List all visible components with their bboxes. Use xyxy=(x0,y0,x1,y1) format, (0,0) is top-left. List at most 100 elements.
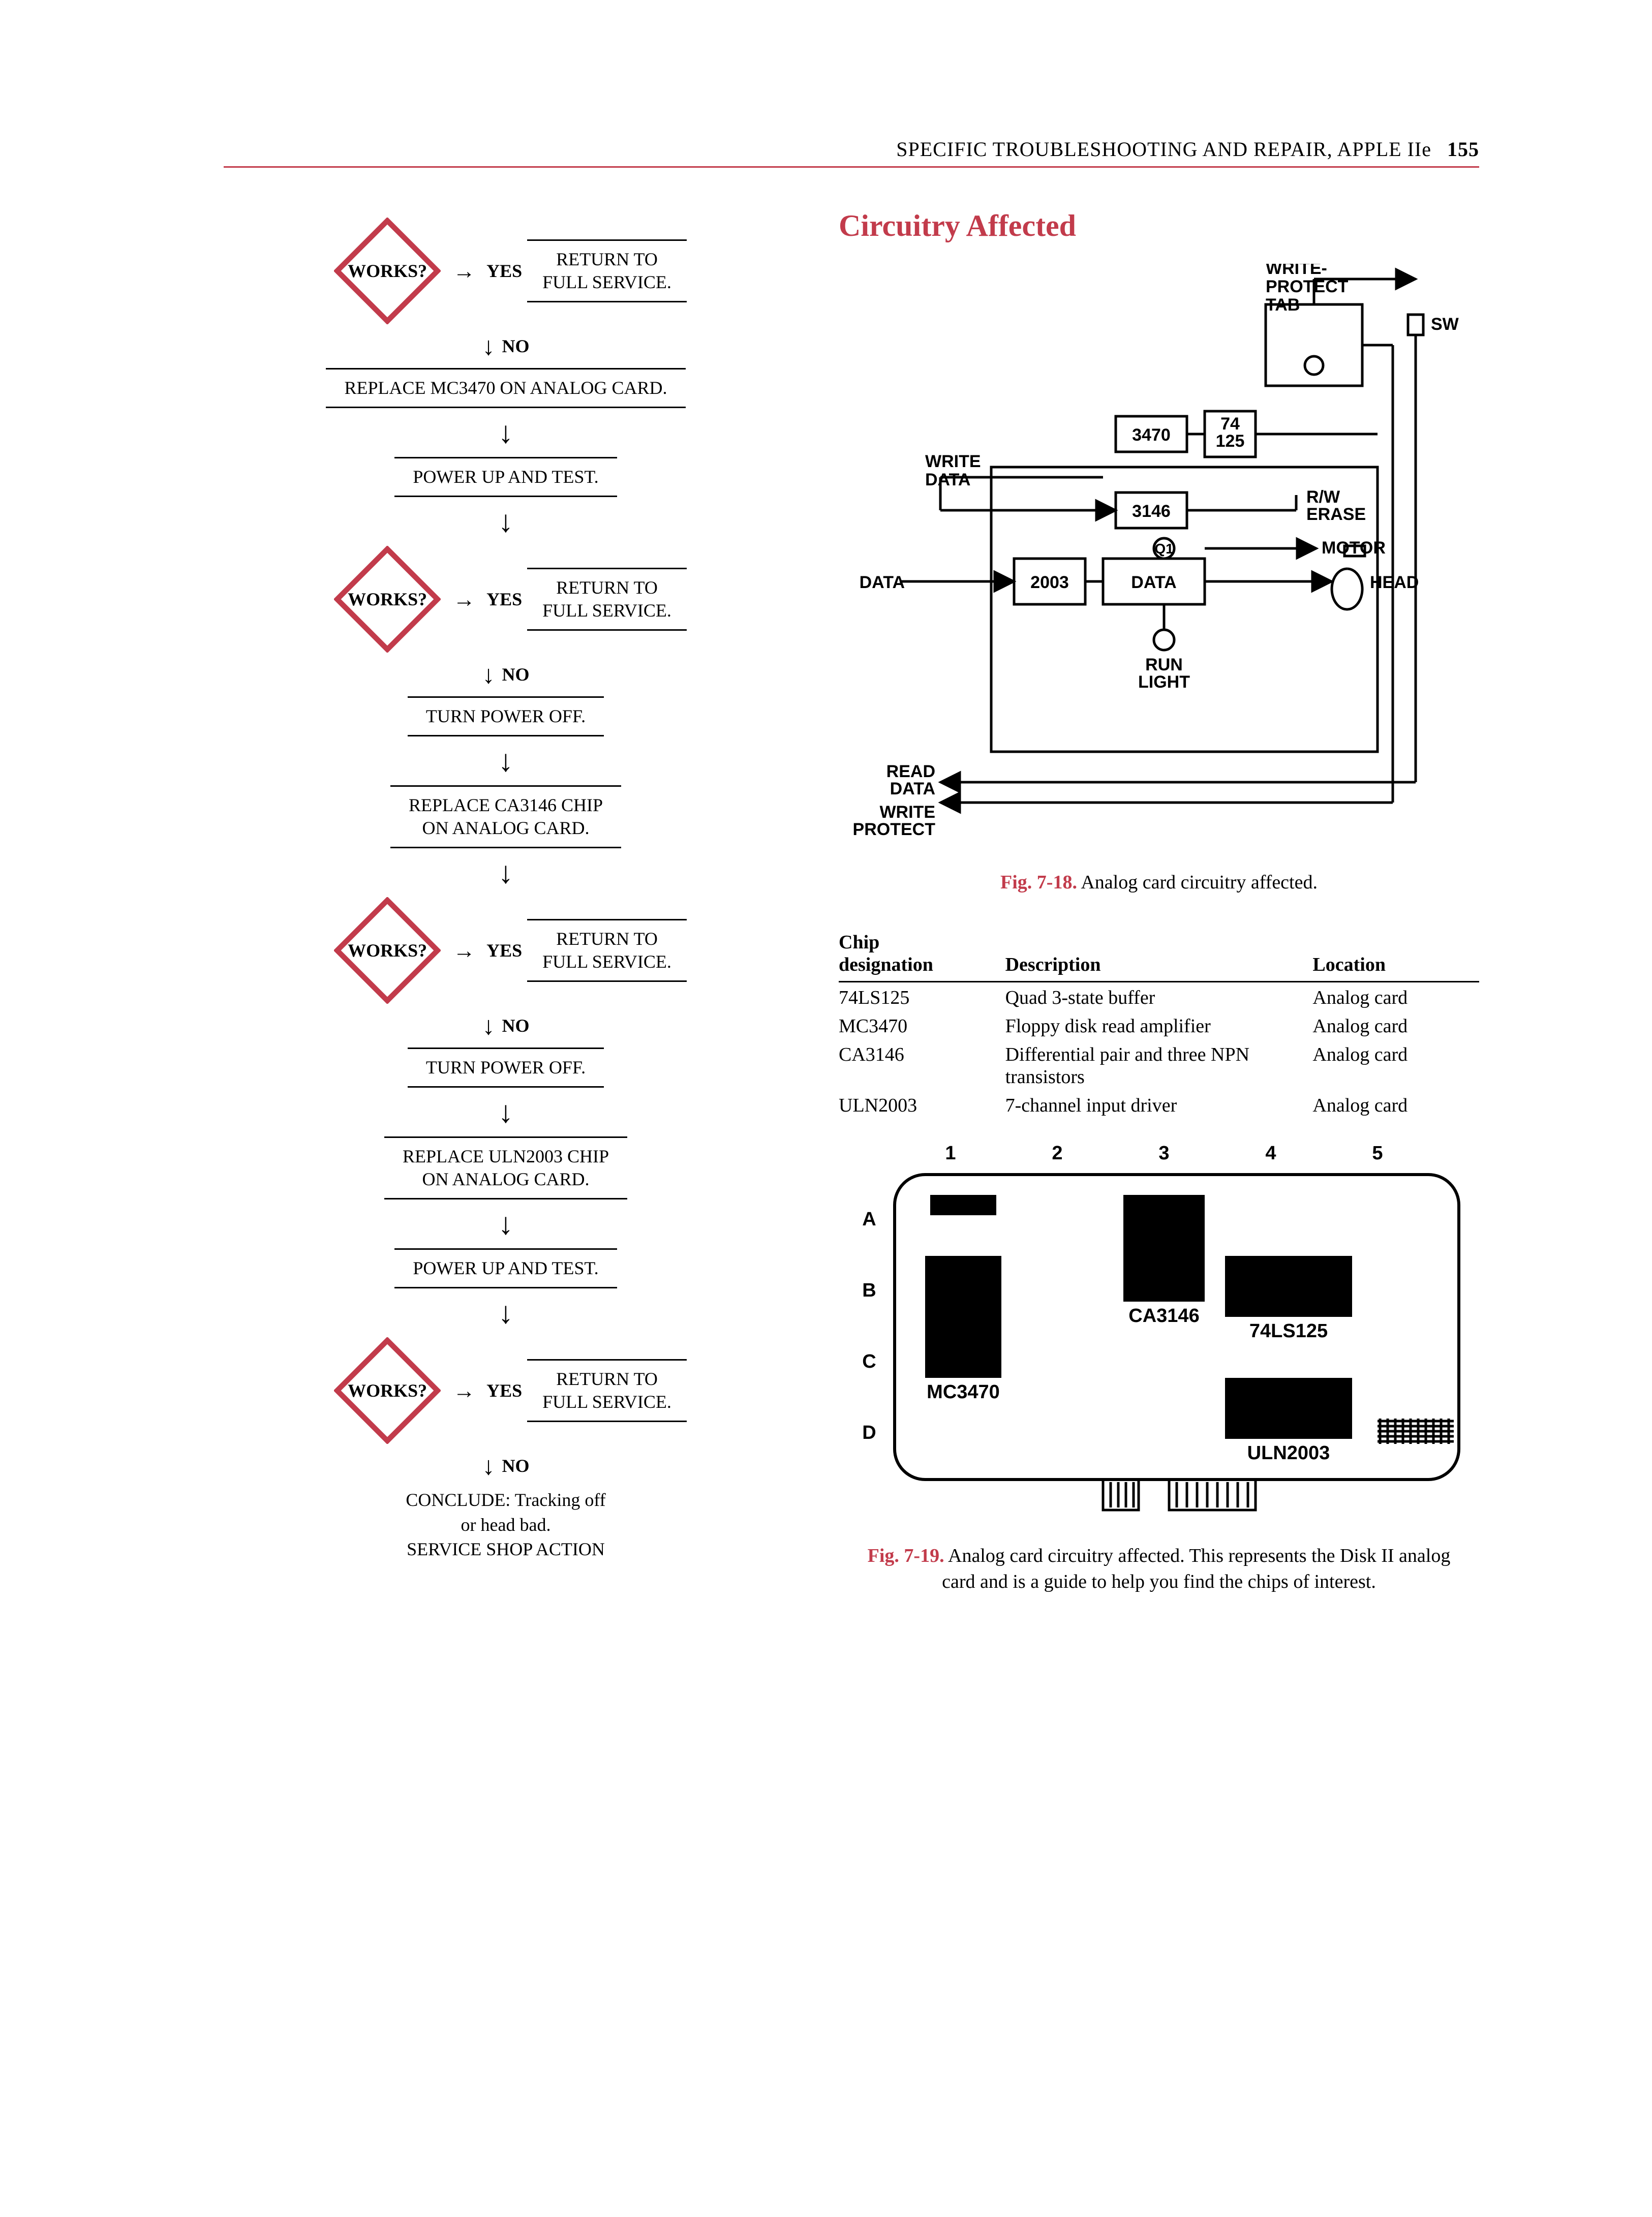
step-replace-mc3470: REPLACE MC3470 ON ANALOG CARD. xyxy=(326,368,685,408)
cell-desc: Quad 3-state buffer xyxy=(1005,982,1313,1011)
th-line: designation xyxy=(839,954,933,975)
arrow-down-icon: ↓ xyxy=(498,1298,513,1328)
lbl-read-data: READDATA xyxy=(886,762,935,798)
lbl-74125: 74125 xyxy=(1216,414,1245,451)
yes-label: YES xyxy=(486,940,522,961)
arrow-down-icon: ↓ xyxy=(482,333,495,359)
cell-chip: CA3146 xyxy=(839,1039,1005,1090)
step-line: REPLACE ULN2003 CHIP xyxy=(403,1146,609,1166)
step-power-off-2: TURN POWER OFF. xyxy=(408,1048,604,1088)
yes-label: YES xyxy=(486,260,522,282)
decision-works-1: WORKS? xyxy=(334,218,441,324)
arrow-right-icon: → xyxy=(453,1378,475,1404)
lbl-data-box: DATA xyxy=(1131,573,1176,592)
lbl-3146: 3146 xyxy=(1132,502,1171,521)
fig-number: Fig. 7-19. xyxy=(868,1545,944,1566)
th-chip: Chip designation xyxy=(839,929,1005,982)
flowchart-conclusion: CONCLUDE: Tracking off or head bad. SERV… xyxy=(406,1488,605,1562)
lbl-write-protect-tab: WRITE-PROTECTTAB xyxy=(1266,264,1349,315)
final-line: SERVICE SHOP ACTION xyxy=(407,1539,605,1559)
no-label: NO xyxy=(502,1015,530,1036)
chip-ca3146 xyxy=(1123,1195,1205,1302)
table-row: MC3470 Floppy disk read amplifier Analog… xyxy=(839,1011,1479,1039)
arrow-down-icon: ↓ xyxy=(482,1013,495,1038)
fig-number: Fig. 7-18. xyxy=(1000,872,1077,893)
chip-74ls125 xyxy=(1225,1256,1352,1317)
lbl-uln2003: ULN2003 xyxy=(1247,1442,1330,1464)
lbl-write-protect: WRITEPROTECT xyxy=(853,803,936,839)
cell-loc: Analog card xyxy=(1312,1090,1479,1119)
arrow-right-icon: → xyxy=(453,938,475,964)
page-number: 155 xyxy=(1447,138,1479,161)
th-description: Description xyxy=(1005,929,1313,982)
arrow-down-icon: ↓ xyxy=(498,506,513,537)
arrow-down-icon: ↓ xyxy=(498,1097,513,1127)
running-head: SPECIFIC TROUBLESHOOTING AND REPAIR, APP… xyxy=(224,137,1479,168)
decision-works-4: WORKS? xyxy=(334,1337,441,1444)
col-label: 2 xyxy=(1052,1143,1062,1164)
return-line2: FULL SERVICE. xyxy=(542,600,671,621)
chip-table: Chip designation Description Location 74… xyxy=(839,929,1479,1119)
step-line: ON ANALOG CARD. xyxy=(422,1169,589,1189)
cell-desc: 7-channel input driver xyxy=(1005,1090,1313,1119)
lbl-74ls125: 74LS125 xyxy=(1249,1320,1328,1342)
lbl-write-data: WRITEDATA xyxy=(925,452,981,489)
fig-7-18-schematic: WRITE-PROTECTTAB SW WRITEDATA DATA 2003 … xyxy=(839,264,1479,853)
return-line1: RETURN TO xyxy=(556,929,658,949)
arrow-right-icon: → xyxy=(453,258,475,284)
chip-mc3470 xyxy=(925,1256,1001,1378)
running-head-text: SPECIFIC TROUBLESHOOTING AND REPAIR, APP… xyxy=(896,138,1431,161)
cell-chip: MC3470 xyxy=(839,1011,1005,1039)
return-box: RETURN TO FULL SERVICE. xyxy=(527,919,687,982)
return-line1: RETURN TO xyxy=(556,577,658,598)
yes-label: YES xyxy=(486,589,522,610)
return-line2: FULL SERVICE. xyxy=(542,951,671,972)
arrow-right-icon: → xyxy=(453,587,475,612)
cell-desc: Differential pair and three NPN transist… xyxy=(1005,1039,1313,1090)
lbl-data: DATA xyxy=(860,573,905,592)
arrow-down-icon: ↓ xyxy=(498,417,513,448)
col-label: 4 xyxy=(1265,1143,1276,1164)
final-line: CONCLUDE: Tracking off xyxy=(406,1490,605,1510)
row-label: C xyxy=(862,1351,876,1372)
fig-7-19-board: 1 2 3 4 5 A B C D xyxy=(839,1139,1479,1525)
arrow-down-icon: ↓ xyxy=(482,662,495,687)
lbl-rw-erase: R/WERASE xyxy=(1306,487,1366,524)
no-label: NO xyxy=(502,664,530,685)
lbl-2003: 2003 xyxy=(1030,573,1069,592)
step-power-up-2: POWER UP AND TEST. xyxy=(394,1248,617,1288)
flowchart: WORKS? → YES RETURN TO FULL SERVICE. ↓ N… xyxy=(224,208,788,1595)
section-heading: Circuitry Affected xyxy=(839,208,1479,243)
arrow-down-icon: ↓ xyxy=(498,1209,513,1239)
decision-label: WORKS? xyxy=(348,260,427,282)
step-replace-uln2003: REPLACE ULN2003 CHIP ON ANALOG CARD. xyxy=(384,1136,627,1199)
cell-loc: Analog card xyxy=(1312,1011,1479,1039)
lbl-mc3470: MC3470 xyxy=(927,1381,1000,1403)
return-box: RETURN TO FULL SERVICE. xyxy=(527,239,687,302)
row-label: A xyxy=(862,1209,876,1230)
lbl-head: HEAD xyxy=(1370,573,1419,592)
step-replace-ca3146: REPLACE CA3146 CHIP ON ANALOG CARD. xyxy=(390,785,621,848)
step-power-off-1: TURN POWER OFF. xyxy=(408,696,604,736)
yes-label: YES xyxy=(486,1380,522,1401)
arrow-down-icon: ↓ xyxy=(482,1453,495,1479)
final-line: or head bad. xyxy=(461,1515,551,1535)
cell-chip: 74LS125 xyxy=(839,982,1005,1011)
col-label: 1 xyxy=(945,1143,956,1164)
chip-uln2003 xyxy=(1225,1378,1352,1439)
fig-7-18-caption: Fig. 7-18. Analog card circuitry affecte… xyxy=(839,871,1479,894)
no-label: NO xyxy=(502,335,530,357)
fig-7-19-caption: Fig. 7-19. Analog card circuitry affecte… xyxy=(854,1543,1464,1595)
decision-label: WORKS? xyxy=(348,940,427,961)
decision-label: WORKS? xyxy=(348,1380,427,1401)
arrow-down-icon: ↓ xyxy=(498,746,513,776)
table-row: ULN2003 7-channel input driver Analog ca… xyxy=(839,1090,1479,1119)
cell-desc: Floppy disk read amplifier xyxy=(1005,1011,1313,1039)
step-power-up-1: POWER UP AND TEST. xyxy=(394,457,617,497)
cell-loc: Analog card xyxy=(1312,1039,1479,1090)
chip-small xyxy=(930,1195,996,1215)
return-line1: RETURN TO xyxy=(556,1369,658,1389)
step-line: REPLACE CA3146 CHIP xyxy=(409,795,603,815)
cell-loc: Analog card xyxy=(1312,982,1479,1011)
th-line: Chip xyxy=(839,932,879,953)
